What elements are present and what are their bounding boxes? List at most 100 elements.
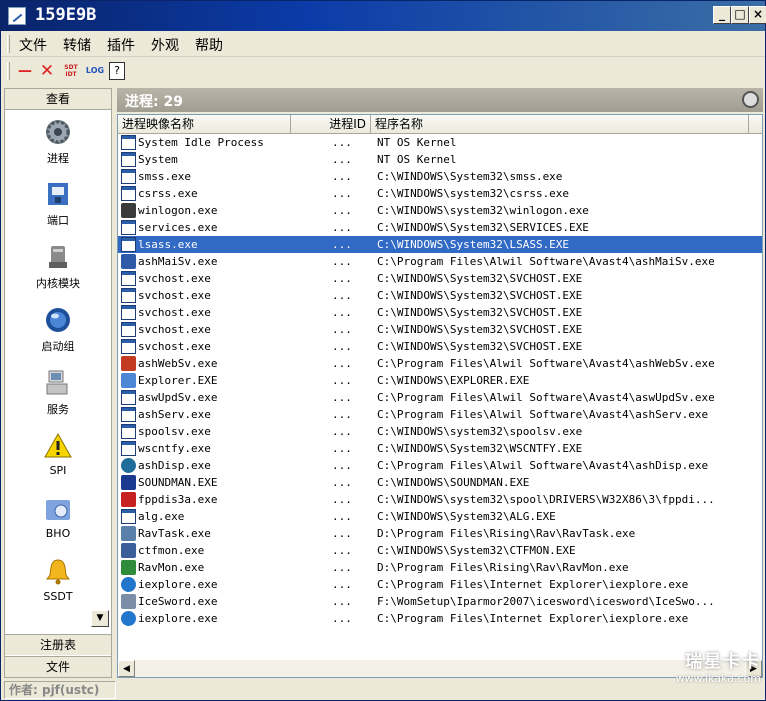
process-list[interactable]: 进程映像名称 进程ID 程序名称 System Idle Process... N… (117, 114, 763, 678)
bell-icon (46, 559, 70, 585)
network-port-icon (48, 183, 68, 205)
sidebar-item-label: SPI (49, 464, 67, 477)
table-row[interactable]: services.exe... C:\WINDOWS\System32\SERVI… (118, 219, 762, 236)
menu-file[interactable]: 文件 (19, 35, 47, 55)
sidebar-item-label: 端口 (47, 214, 69, 227)
warning-icon (44, 432, 72, 458)
sidebar-scroll-down-icon[interactable]: ▼ (91, 610, 109, 627)
row-image-name: csrss.exe (138, 187, 198, 200)
sidebar-item-bho[interactable]: BHO (5, 494, 111, 556)
row-program-path: F:\WomSetup\Iparmor2007\icesword\iceswor… (377, 595, 715, 608)
table-row[interactable]: RavTask.exe... D:\Program Files\Rising\Ra… (118, 525, 762, 542)
refresh-icon[interactable] (742, 91, 759, 108)
table-row[interactable]: IceSword.exe... F:\WomSetup\Iparmor2007\i… (118, 593, 762, 610)
main-window: 159E9B _ □ × 文件 转储 插件 外观 帮助 — ✕ SDT IDT … (0, 0, 766, 701)
app-icon (8, 7, 26, 25)
table-row[interactable]: aswUpdSv.exe... C:\Program Files\Alwil So… (118, 389, 762, 406)
row-program-path: C:\Program Files\Alwil Software\Avast4\a… (377, 255, 715, 268)
row-image-name: Explorer.EXE (138, 374, 218, 387)
window-title: 159E9B (35, 5, 97, 25)
table-row[interactable]: smss.exe... C:\WINDOWS\System32\smss.exe (118, 168, 762, 185)
watermark-logo: 瑞星卡卡 www.ikaka.com (633, 647, 761, 691)
title-bar[interactable]: 159E9B _ □ × (1, 1, 766, 31)
table-row[interactable]: svchost.exe... C:\WINDOWS\System32\SVCHOS… (118, 304, 762, 321)
row-pid: ... (332, 357, 352, 370)
scroll-left-icon[interactable]: ◀ (118, 660, 135, 677)
window-icon (121, 135, 136, 150)
table-row[interactable]: fppdis3a.exe... C:\WINDOWS\system32\spool… (118, 491, 762, 508)
table-row[interactable]: wscntfy.exe... C:\WINDOWS\System32\WSCNTF… (118, 440, 762, 457)
row-program-path: C:\WINDOWS\system32\winlogon.exe (377, 204, 589, 217)
sidebar-registry[interactable]: 注册表 (5, 634, 111, 655)
sidebar-item-process[interactable]: 进程 (5, 117, 111, 179)
row-pid: ... (332, 408, 352, 421)
sidebar-item-startup[interactable]: 启动组 (5, 305, 111, 367)
table-row[interactable]: System Idle Process... NT OS Kernel (118, 134, 762, 151)
row-program-path: C:\WINDOWS\System32\ALG.EXE (377, 510, 556, 523)
watermark-title: 瑞星卡卡 (685, 652, 761, 672)
row-program-path: D:\Program Files\Rising\Rav\RavTask.exe (377, 527, 636, 540)
column-image-name[interactable]: 进程映像名称 (118, 115, 291, 134)
table-row[interactable]: csrss.exe... C:\WINDOWS\system32\csrss.ex… (118, 185, 762, 202)
menu-plugins[interactable]: 插件 (107, 35, 135, 55)
table-row[interactable]: iexplore.exe... C:\Program Files\Internet… (118, 610, 762, 627)
explorer-icon (121, 373, 136, 388)
sidebar-files[interactable]: 文件 (5, 656, 111, 677)
table-row[interactable]: alg.exe... C:\WINDOWS\System32\ALG.EXE (118, 508, 762, 525)
table-row[interactable]: ashMaiSv.exe... C:\Program Files\Alwil So… (118, 253, 762, 270)
row-image-name: IceSword.exe (138, 595, 218, 608)
table-row[interactable]: ashWebSv.exe... C:\Program Files\Alwil So… (118, 355, 762, 372)
sidebar-item-ports[interactable]: 端口 (5, 179, 111, 241)
minimize-button[interactable]: _ (713, 6, 731, 24)
table-row[interactable]: svchost.exe... C:\WINDOWS\System32\SVCHOS… (118, 338, 762, 355)
row-program-path: C:\WINDOWS\System32\SERVICES.EXE (377, 221, 589, 234)
delete-icon[interactable]: ✕ (39, 62, 55, 80)
table-row[interactable]: svchost.exe... C:\WINDOWS\System32\SVCHOS… (118, 270, 762, 287)
column-extra[interactable] (749, 115, 762, 134)
menu-help[interactable]: 帮助 (195, 35, 223, 55)
table-row[interactable]: RavMon.exe... D:\Program Files\Rising\Rav… (118, 559, 762, 576)
help-icon[interactable]: ? (109, 62, 125, 80)
menu-dump[interactable]: 转储 (63, 35, 91, 55)
sidebar-header[interactable]: 查看 (5, 89, 111, 110)
sdt-idt-icon[interactable]: SDT IDT (63, 62, 79, 80)
maximize-button[interactable]: □ (731, 6, 749, 24)
log-icon[interactable]: LOG (85, 62, 105, 80)
column-program-name[interactable]: 程序名称 (371, 115, 749, 134)
row-program-path: D:\Program Files\Rising\Rav\RavMon.exe (377, 561, 629, 574)
table-row[interactable]: winlogon.exe... C:\WINDOWS\system32\winlo… (118, 202, 762, 219)
row-image-name: aswUpdSv.exe (138, 391, 218, 404)
table-row[interactable]: Explorer.EXE... C:\WINDOWS\EXPLORER.EXE (118, 372, 762, 389)
table-row[interactable]: lsass.exe... C:\WINDOWS\System32\LSASS.EX… (118, 236, 762, 253)
table-row[interactable]: ashServ.exe... C:\Program Files\Alwil Sof… (118, 406, 762, 423)
menu-appearance[interactable]: 外观 (151, 35, 179, 55)
row-image-name: svchost.exe (138, 306, 211, 319)
minus-icon[interactable]: — (17, 62, 33, 80)
row-pid: ... (332, 153, 352, 166)
row-image-name: System (138, 153, 178, 166)
table-row[interactable]: svchost.exe... C:\WINDOWS\System32\SVCHOS… (118, 287, 762, 304)
row-program-path: C:\Program Files\Alwil Software\Avast4\a… (377, 459, 709, 472)
row-program-path: NT OS Kernel (377, 136, 457, 149)
row-pid: ... (332, 238, 352, 251)
window-icon (121, 271, 136, 286)
pen-icon (121, 543, 136, 558)
row-program-path: C:\WINDOWS\System32\SVCHOST.EXE (377, 340, 583, 353)
sidebar-item-kernel-modules[interactable]: 内核模块 (5, 242, 111, 304)
table-row[interactable]: System... NT OS Kernel (118, 151, 762, 168)
table-row[interactable]: ctfmon.exe... C:\WINDOWS\System32\CTFMON.… (118, 542, 762, 559)
row-pid: ... (332, 425, 352, 438)
table-row[interactable]: SOUNDMAN.EXE... C:\WINDOWS\SOUNDMAN.EXE (118, 474, 762, 491)
table-row[interactable]: ashDisp.exe... C:\Program Files\Alwil Sof… (118, 457, 762, 474)
table-row[interactable]: iexplore.exe... C:\Program Files\Internet… (118, 576, 762, 593)
row-program-path: C:\Program Files\Alwil Software\Avast4\a… (377, 408, 709, 421)
table-row[interactable]: svchost.exe... C:\WINDOWS\System32\SVCHOS… (118, 321, 762, 338)
sidebar-item-label: 启动组 (41, 340, 75, 353)
column-pid[interactable]: 进程ID (291, 115, 371, 134)
sidebar-item-services[interactable]: 服务 (5, 368, 111, 430)
row-pid: ... (332, 612, 352, 625)
sidebar-item-spi[interactable]: SPI (5, 431, 111, 493)
row-pid: ... (332, 340, 352, 353)
table-row[interactable]: spoolsv.exe... C:\WINDOWS\system32\spools… (118, 423, 762, 440)
close-button[interactable]: × (749, 6, 766, 24)
